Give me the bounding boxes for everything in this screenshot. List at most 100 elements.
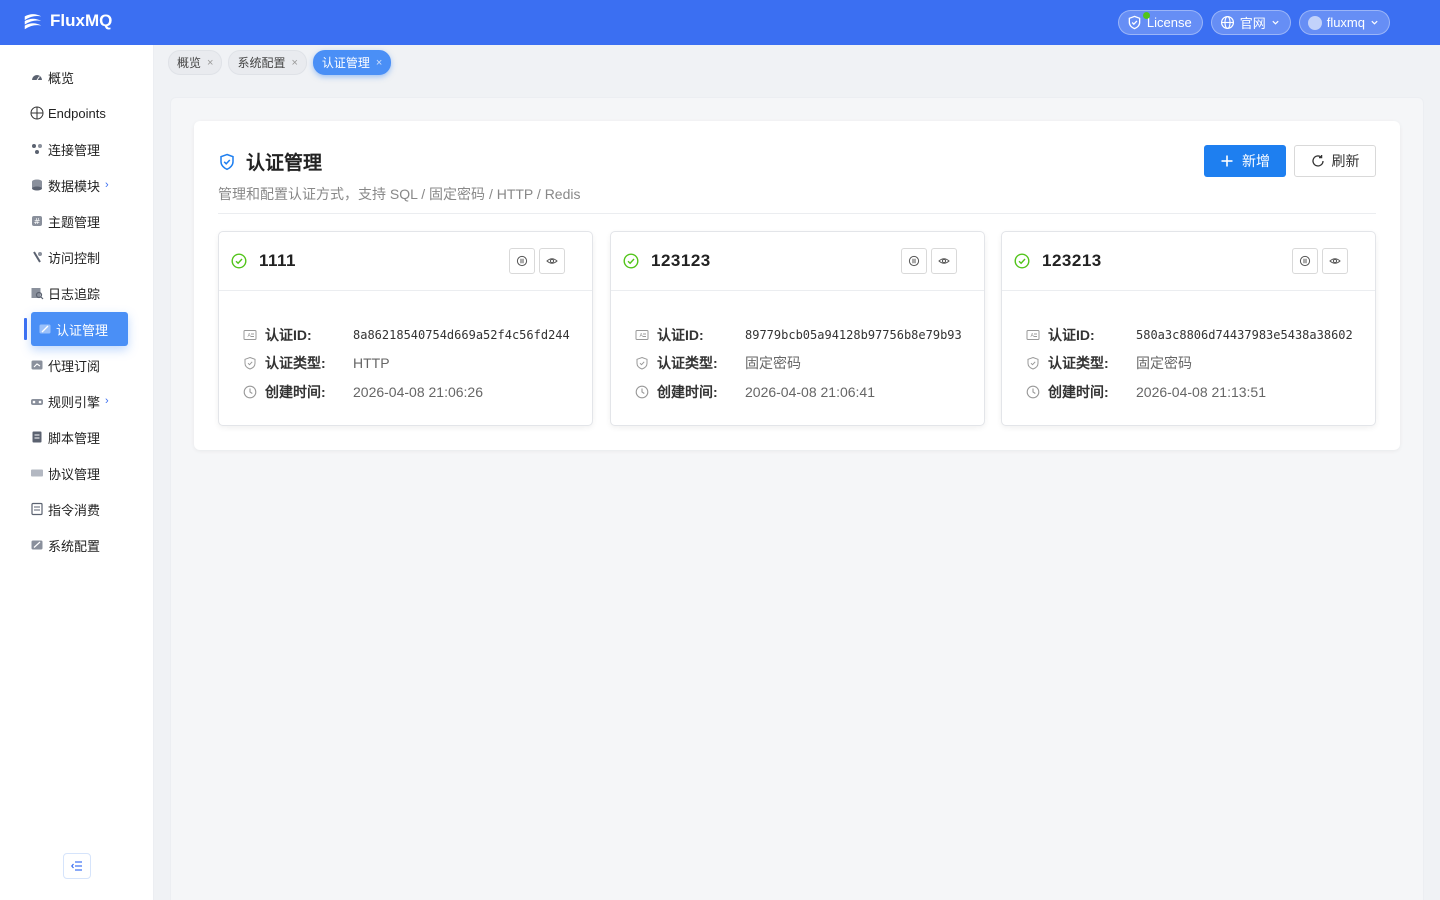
auth-card: 123213 A 认证ID: 580a3c8806d74437983e5438a386… xyxy=(1001,231,1376,426)
sidebar-item-11[interactable]: 协议管理 xyxy=(30,455,100,491)
sidebar-item-label: 连接管理 xyxy=(48,142,101,158)
view-details-button[interactable] xyxy=(539,248,565,274)
license-status-dot xyxy=(1142,12,1150,19)
sidebar-item-4[interactable]: # 主题管理 xyxy=(30,203,100,239)
sidebar-item-10[interactable]: 脚本管理 xyxy=(30,419,100,455)
sidebar-item-9[interactable]: 规则引擎 › xyxy=(30,383,109,419)
sidebar-item-label: Endpoints xyxy=(48,105,106,121)
eye-icon xyxy=(1329,258,1341,264)
sidebar-item-3[interactable]: 数据模块 › xyxy=(30,167,109,203)
close-icon[interactable]: × xyxy=(291,57,297,69)
proxy-icon xyxy=(30,358,44,372)
refresh-button[interactable]: 刷新 xyxy=(1294,145,1376,177)
sidebar-item-8[interactable]: 代理订阅 xyxy=(30,347,100,383)
check-circle-icon xyxy=(1014,253,1030,269)
top-bar: FluxMQ License 官网 fluxmq xyxy=(0,0,1440,45)
shield-check-icon xyxy=(1128,15,1141,30)
field-value: 2026-04-08 21:06:41 xyxy=(745,384,875,400)
svg-text:A: A xyxy=(248,333,252,339)
chevron-right-icon: › xyxy=(105,395,109,407)
sidebar-item-12[interactable]: 指令消费 xyxy=(30,491,100,527)
sidebar-item-7[interactable]: 认证管理 xyxy=(31,312,128,346)
page-subtitle: 管理和配置认证方式，支持 SQL / 固定密码 / HTTP / Redis xyxy=(218,186,581,202)
tab-bar: 概览 × 系统配置 × 认证管理 × xyxy=(168,50,392,75)
sidebar-item-label: 概览 xyxy=(48,70,75,86)
auth-card: 123123 A 认证ID: 89779bcb05a94128b97756b8e79b… xyxy=(610,231,985,426)
clock-icon xyxy=(635,385,649,399)
shield-icon xyxy=(1026,356,1040,370)
menu-fold-icon xyxy=(71,861,82,871)
app-logo[interactable]: FluxMQ xyxy=(22,10,112,32)
field-label: 认证类型: xyxy=(265,355,326,371)
sidebar-item-1[interactable]: Endpoints xyxy=(30,95,106,131)
website-label: 官网 xyxy=(1239,16,1266,31)
fluxmq-logo-icon xyxy=(24,14,42,30)
auth-card-row-type: 认证类型: 固定密码 xyxy=(635,353,801,373)
sidebar-item-13[interactable]: 系统配置 xyxy=(30,527,100,563)
sidebar-item-2[interactable]: 连接管理 xyxy=(30,131,100,167)
field-label: 认证ID: xyxy=(265,327,312,343)
field-label: 创建时间: xyxy=(265,384,326,400)
user-menu[interactable]: fluxmq xyxy=(1298,10,1390,35)
protocol-icon xyxy=(30,466,44,480)
add-button-label: 新增 xyxy=(1242,153,1270,169)
sidebar-item-0[interactable]: 概览 xyxy=(30,59,74,95)
sidebar-item-label: 认证管理 xyxy=(56,322,109,338)
add-button[interactable]: 新增 xyxy=(1204,145,1286,177)
view-details-button[interactable] xyxy=(931,248,957,274)
eye-icon xyxy=(938,258,950,264)
tab-label: 概览 xyxy=(177,56,202,70)
check-circle-icon xyxy=(623,253,639,269)
auth-card-row-type: 认证类型: HTTP xyxy=(243,353,390,373)
toggle-status-button[interactable] xyxy=(509,248,535,274)
collapse-sidebar-button[interactable] xyxy=(63,853,91,879)
chevron-down-icon xyxy=(1371,20,1378,25)
close-icon[interactable]: × xyxy=(376,57,382,69)
eye-icon xyxy=(546,258,558,264)
toggle-status-button[interactable] xyxy=(1292,248,1318,274)
sidebar-item-label: 代理订阅 xyxy=(48,358,101,374)
plus-icon xyxy=(1221,155,1233,167)
auth-card-name: 1111 xyxy=(259,251,297,270)
globe-icon xyxy=(1220,15,1234,30)
app-name: FluxMQ xyxy=(50,11,113,30)
auth-card-row-id: A 认证ID: 89779bcb05a94128b97756b8e79b93 xyxy=(635,325,962,345)
id-card-icon: A xyxy=(1026,328,1040,342)
shield-icon xyxy=(635,356,649,370)
page-title: 认证管理 xyxy=(218,148,322,175)
tab-label: 认证管理 xyxy=(321,56,370,70)
field-value: 固定密码 xyxy=(1136,355,1192,371)
auth-card-row-created: 创建时间: 2026-04-08 21:06:26 xyxy=(243,382,483,402)
field-label: 创建时间: xyxy=(1048,384,1109,400)
license-button[interactable]: License xyxy=(1117,10,1203,35)
refresh-button-label: 刷新 xyxy=(1331,153,1360,169)
field-value: HTTP xyxy=(353,355,390,371)
sidebar-item-label: 规则引擎 xyxy=(48,394,101,410)
field-value: 89779bcb05a94128b97756b8e79b93 xyxy=(745,328,962,342)
sidebar-item-label: 系统配置 xyxy=(48,538,101,554)
tab-2[interactable]: 认证管理 × xyxy=(312,50,392,75)
settings-icon xyxy=(30,538,44,552)
dashboard-icon xyxy=(30,70,44,84)
power-icon xyxy=(1299,255,1311,267)
toggle-status-button[interactable] xyxy=(901,248,927,274)
sidebar-item-label: 主题管理 xyxy=(48,214,101,230)
tab-1[interactable]: 系统配置 × xyxy=(228,50,307,75)
view-details-button[interactable] xyxy=(1322,248,1348,274)
svg-text:#: # xyxy=(34,217,41,226)
auth-card-name: 123213 xyxy=(1042,251,1102,270)
svg-text:A: A xyxy=(1031,333,1035,339)
rules-icon xyxy=(30,394,44,408)
auth-card-header: 123213 xyxy=(1002,232,1375,291)
sidebar-item-6[interactable]: 日志追踪 xyxy=(30,275,100,311)
website-dropdown[interactable]: 官网 xyxy=(1210,10,1291,35)
field-label: 认证ID: xyxy=(1048,327,1095,343)
field-label: 认证ID: xyxy=(657,327,704,343)
svg-text:A: A xyxy=(640,333,644,339)
tab-0[interactable]: 概览 × xyxy=(168,50,223,75)
sidebar-item-5[interactable]: 访问控制 xyxy=(30,239,100,275)
field-value: 固定密码 xyxy=(745,355,801,371)
close-icon[interactable]: × xyxy=(207,57,213,69)
access-icon xyxy=(30,250,44,264)
field-label: 认证类型: xyxy=(1048,355,1109,371)
